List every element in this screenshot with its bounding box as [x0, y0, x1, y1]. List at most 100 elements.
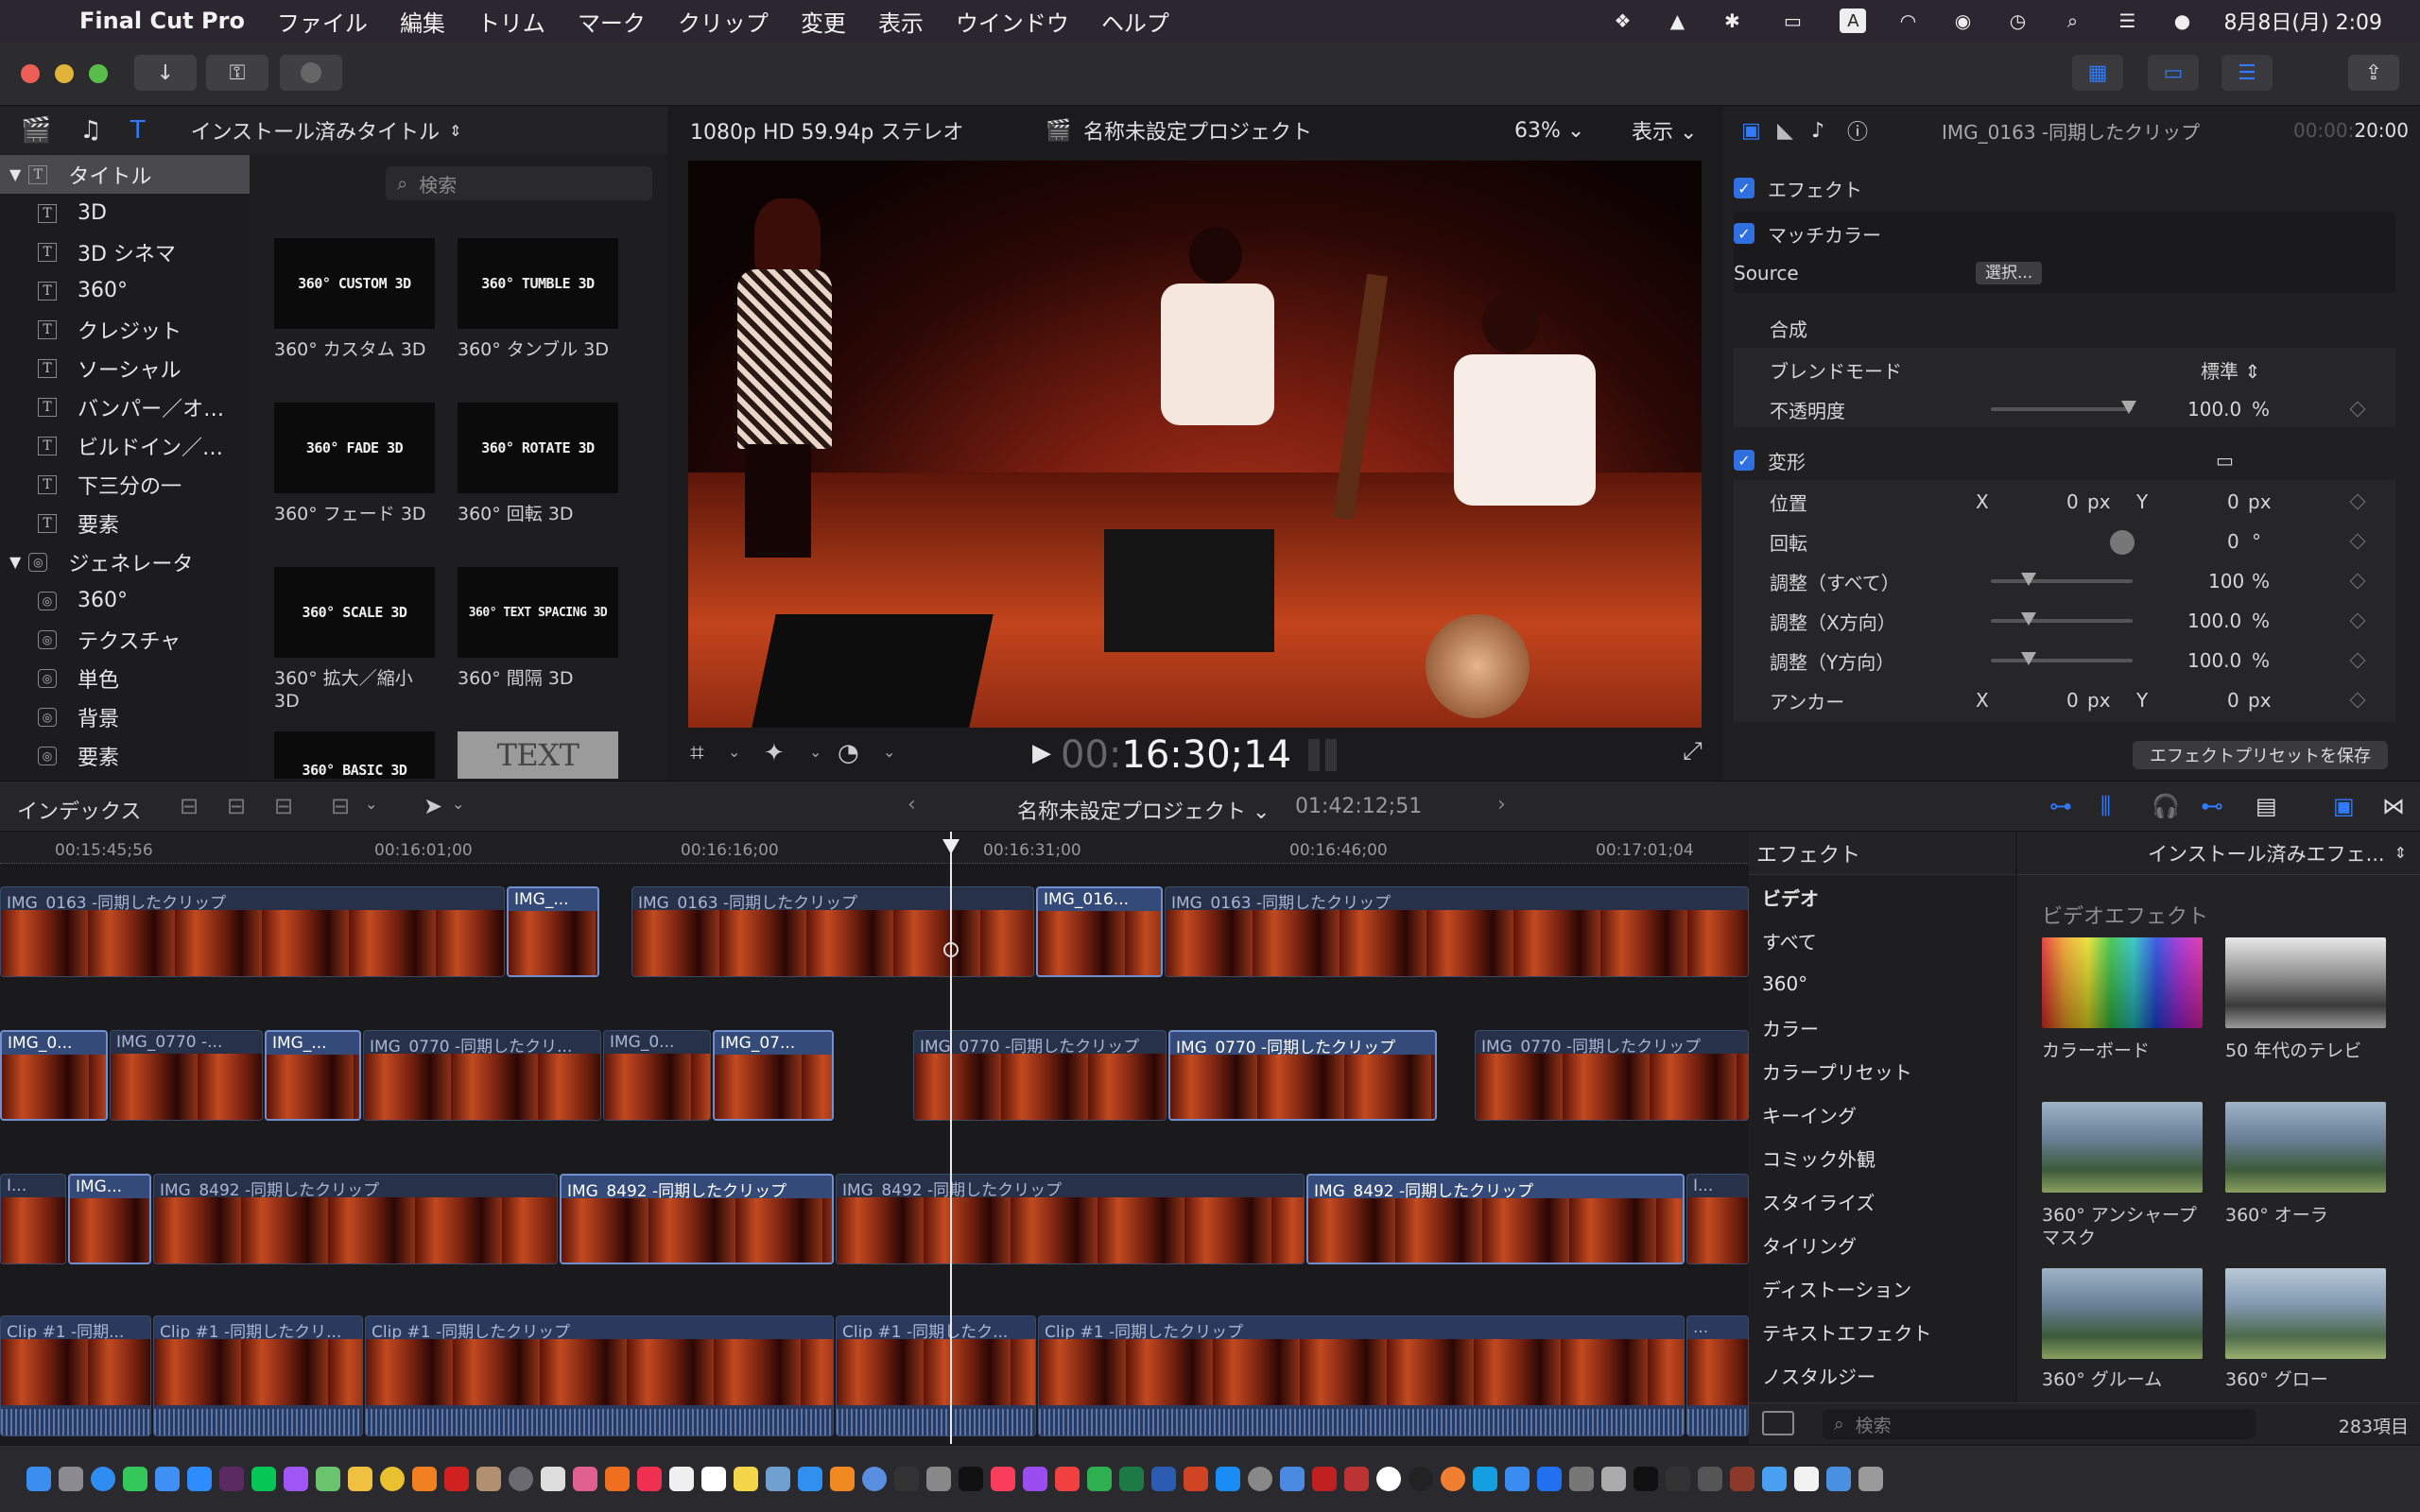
timeline-clip-selected[interactable]: IMG_8492 -同期したクリップ: [1306, 1174, 1685, 1264]
scale-x-slider[interactable]: [1991, 619, 2133, 623]
sidebar-item-elements[interactable]: T 要素: [0, 504, 250, 542]
position-keyframe-icon[interactable]: [2349, 493, 2366, 510]
fx-thumb-color-board[interactable]: [2042, 937, 2203, 1028]
show-browser-button[interactable]: ▦: [2072, 55, 2123, 91]
bluetooth-icon[interactable]: ✱: [1719, 9, 1745, 33]
video-inspector-icon[interactable]: ▣: [1741, 119, 1761, 143]
connect-clip-icon[interactable]: ⊟: [180, 793, 199, 819]
edit-mode-chevron-icon[interactable]: ⌄: [365, 795, 377, 813]
translate-icon[interactable]: [1505, 1467, 1530, 1491]
minimize-window-button[interactable]: [55, 64, 74, 83]
position-y-value[interactable]: 0: [2227, 490, 2239, 513]
documents-icon[interactable]: [1794, 1467, 1819, 1491]
timeline-clip[interactable]: IMG_0163 -同期したクリップ: [0, 886, 505, 977]
transitions-browser-icon[interactable]: ⋈: [2382, 793, 2405, 819]
acrobat-icon[interactable]: [444, 1467, 469, 1491]
sidebar-toggle-icon[interactable]: [1762, 1411, 1794, 1435]
keynote-icon[interactable]: [798, 1467, 822, 1491]
effects-checkbox[interactable]: ✓: [1734, 178, 1754, 198]
excel-icon[interactable]: [1119, 1467, 1144, 1491]
tool-chevron-icon[interactable]: ⌄: [452, 795, 464, 813]
titles-dropdown[interactable]: インストール済みタイトル: [191, 115, 441, 146]
timeline-clip-selected[interactable]: IMG_0...: [0, 1030, 108, 1121]
opacity-keyframe-icon[interactable]: [2349, 401, 2366, 418]
sidebar-item-lower-thirds[interactable]: T 下三分の一: [0, 465, 250, 504]
activity-monitor-icon[interactable]: [1666, 1467, 1690, 1491]
chrome-icon[interactable]: [380, 1467, 405, 1491]
opacity-slider-knob[interactable]: [2121, 401, 2136, 414]
enhance-icon[interactable]: ✦: [764, 739, 785, 767]
insert-clip-icon[interactable]: ⊟: [227, 793, 246, 819]
anchor-y-value[interactable]: 0: [2227, 689, 2239, 712]
zoom-app-icon[interactable]: [187, 1467, 212, 1491]
finder-icon[interactable]: [26, 1467, 51, 1491]
title-tile-text[interactable]: TEXT: [458, 731, 618, 779]
input-source-icon[interactable]: A: [1840, 9, 1867, 33]
maps-icon[interactable]: [316, 1467, 340, 1491]
overwrite-clip-icon[interactable]: ⊟: [331, 793, 350, 819]
timeline-clip[interactable]: ...: [1686, 1315, 1749, 1436]
wifi-icon[interactable]: ◠: [1894, 9, 1921, 33]
sidebar-item-360[interactable]: T 360°: [0, 271, 250, 310]
keychain-icon[interactable]: [1569, 1467, 1594, 1491]
final-cut-pro-icon[interactable]: [894, 1467, 919, 1491]
fullscreen-icon[interactable]: ⤢: [1683, 737, 1703, 766]
menu-clip[interactable]: クリップ: [678, 5, 769, 38]
sidebar-item-bumper[interactable]: T バンパー／オ…: [0, 387, 250, 426]
fx-thumb-360-gloom[interactable]: [2042, 1268, 2203, 1359]
siri-icon[interactable]: ●: [2169, 9, 2195, 33]
menu-mark[interactable]: マーク: [578, 5, 646, 38]
rotation-keyframe-icon[interactable]: [2349, 533, 2366, 550]
disclosure-triangle-icon[interactable]: ▼: [9, 165, 21, 183]
title-tile-text-spacing-3d[interactable]: 360° TEXT SPACING 3D: [458, 567, 618, 658]
effects-section-row[interactable]: ✓ エフェクト: [1734, 168, 2395, 208]
timeline-clip-selected[interactable]: IMG_...: [265, 1030, 361, 1121]
transform-onscreen-icon[interactable]: ▭: [2216, 449, 2234, 472]
fx-thumb-360-unsharp-mask[interactable]: [2042, 1102, 2203, 1193]
fx-category-distortion[interactable]: ディストーション: [1749, 1266, 2015, 1310]
timeline-clip[interactable]: IMG_0163 -同期したクリップ: [631, 886, 1034, 977]
disk-utility-icon[interactable]: [1601, 1467, 1626, 1491]
filezilla-icon[interactable]: [1312, 1467, 1337, 1491]
sidebar-item-build-in[interactable]: T ビルドイン／…: [0, 426, 250, 465]
timeline-clip-selected[interactable]: IMG_8492 -同期したクリップ: [560, 1174, 834, 1264]
play-icon[interactable]: ▶: [1032, 739, 1051, 767]
share-button[interactable]: ⇪: [2348, 55, 2399, 91]
keywords-button[interactable]: ⚿: [206, 55, 268, 91]
scale-all-slider-knob[interactable]: [2021, 573, 2036, 586]
music-icon[interactable]: [991, 1467, 1015, 1491]
timeline-clip[interactable]: IMG_0163 -同期したクリップ: [1165, 886, 1749, 977]
chrome-alt-icon[interactable]: [1376, 1467, 1401, 1491]
timeline-clip[interactable]: Clip #1 -同期したクリ...: [153, 1315, 363, 1436]
choose-source-button[interactable]: 選択...: [1976, 262, 2043, 284]
rotation-value[interactable]: 0: [2227, 530, 2239, 553]
notes-icon[interactable]: [734, 1467, 758, 1491]
solo-icon[interactable]: 🎧: [2152, 793, 2180, 819]
timeline-clip[interactable]: I...: [0, 1174, 66, 1264]
transform-header[interactable]: ✓ 変形 ▭: [1734, 440, 2395, 480]
dictionary-icon[interactable]: [1730, 1467, 1754, 1491]
scale-x-value[interactable]: 100.0: [2187, 610, 2241, 632]
scale-x-keyframe-icon[interactable]: [2349, 612, 2366, 629]
messenger-icon[interactable]: [284, 1467, 308, 1491]
fx-category-tiling[interactable]: タイリング: [1749, 1223, 2015, 1266]
title-tile-rotate-3d[interactable]: 360° ROTATE 3D: [458, 403, 618, 493]
sidebar-item-backgrounds[interactable]: ◎ 背景: [0, 697, 250, 736]
import-button[interactable]: ↓: [134, 55, 197, 91]
calendar-icon[interactable]: [701, 1467, 726, 1491]
books-icon[interactable]: [605, 1467, 630, 1491]
sidebar-item-textures[interactable]: ◎ テクスチャ: [0, 620, 250, 659]
onedrive-icon[interactable]: [1344, 1467, 1369, 1491]
menu-view[interactable]: 表示: [878, 5, 924, 38]
fx-thumb-360-glow[interactable]: [2225, 1268, 2386, 1359]
folder-icon[interactable]: [1762, 1467, 1787, 1491]
numbers-icon[interactable]: [1087, 1467, 1112, 1491]
transform-checkbox[interactable]: ✓: [1734, 450, 1754, 471]
titles-search-field[interactable]: ⌕ 検索: [386, 166, 652, 200]
scale-y-slider-knob[interactable]: [2021, 652, 2036, 665]
compositing-header[interactable]: 合成: [1734, 308, 2395, 348]
menu-edit[interactable]: 編集: [400, 5, 445, 38]
playhead[interactable]: [950, 832, 952, 1444]
libraries-icon[interactable]: 🎬: [21, 116, 51, 145]
mail-icon[interactable]: [155, 1467, 180, 1491]
